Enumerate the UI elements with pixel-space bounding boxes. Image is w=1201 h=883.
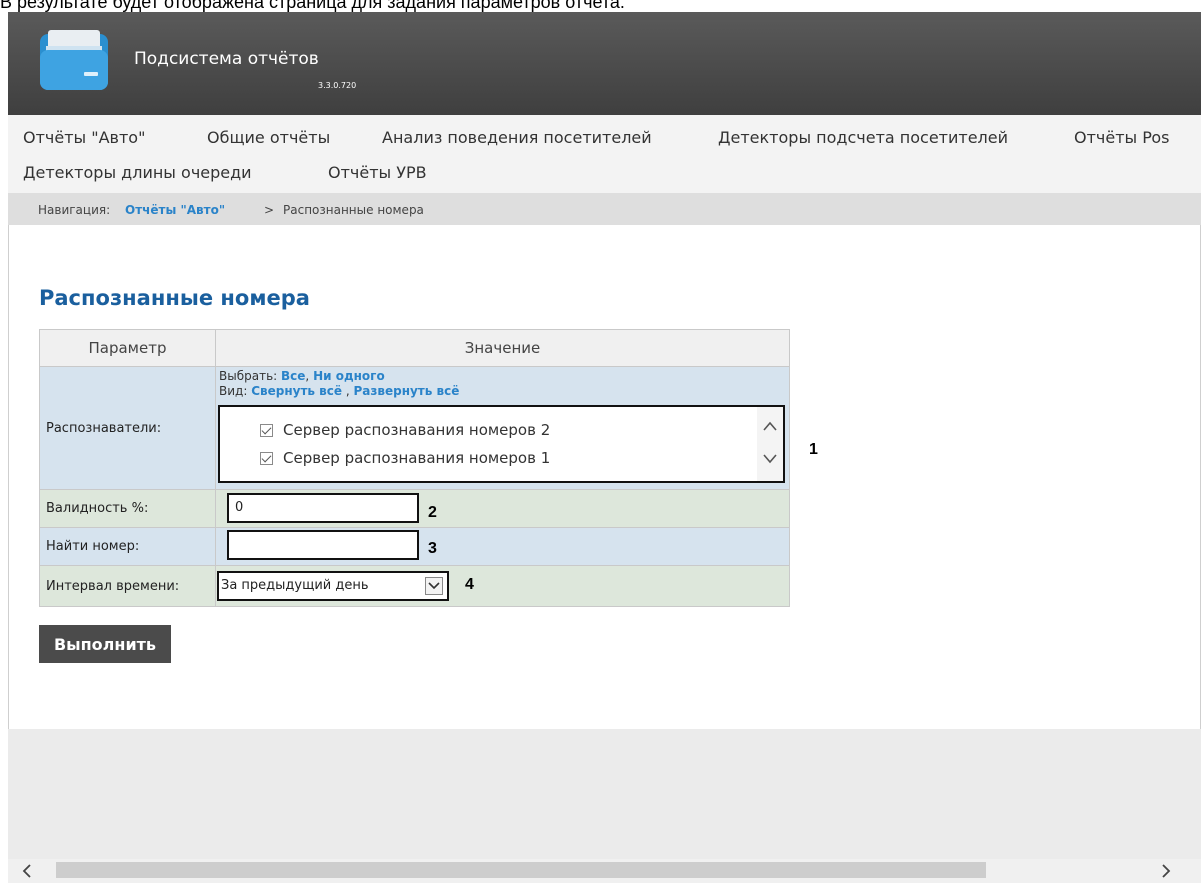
page-footer	[8, 729, 1201, 859]
callout-2: 2	[428, 504, 437, 521]
nav-item-general-reports[interactable]: Общие отчёты	[207, 128, 330, 147]
recognizers-listbox[interactable]: Сервер распознавания номеров 2 Сервер ра…	[218, 405, 785, 483]
breadcrumb-prefix: Навигация:	[38, 203, 111, 217]
recognizers-value: Выбрать: Все, Ни одного Вид: Свернуть вс…	[216, 367, 789, 489]
view-prefix: Вид:	[219, 384, 248, 398]
checkbox-checked-icon[interactable]	[260, 451, 273, 465]
nav-item-visitor-counters[interactable]: Детекторы подсчета посетителей	[718, 128, 1008, 147]
folder-icon	[40, 30, 108, 90]
recognizers-label: Распознаватели:	[40, 367, 215, 489]
param-column-header: Параметр	[40, 330, 215, 367]
collapse-all-link[interactable]: Свернуть всё	[251, 384, 342, 398]
breadcrumb-separator: >	[264, 203, 275, 217]
params-table: Параметр Значение Распознаватели: Выбрат…	[39, 329, 790, 607]
interval-label: Интервал времени:	[40, 566, 215, 606]
run-button[interactable]: Выполнить	[39, 625, 171, 663]
checkbox-checked-icon[interactable]	[260, 423, 273, 437]
listbox-scrollbar[interactable]	[757, 407, 783, 481]
select-prefix: Выбрать:	[219, 369, 278, 383]
app-header: Подсистема отчётов 3.3.0.720	[8, 12, 1201, 115]
view-controls: Вид: Свернуть всё , Развернуть всё	[219, 384, 459, 398]
breadcrumb: Навигация: Отчёты "Авто" > Распознанные …	[8, 193, 1201, 225]
find-number-input[interactable]	[227, 530, 419, 560]
validity-value: 0	[216, 490, 789, 527]
chevron-down-icon[interactable]	[425, 577, 443, 595]
callout-3: 3	[428, 540, 437, 557]
select-comma: ,	[305, 369, 310, 383]
nav-item-urv-reports[interactable]: Отчёты УРВ	[328, 163, 427, 182]
find-number-label: Найти номер:	[40, 528, 215, 565]
recognizer-item-label: Сервер распознавания номеров 2	[283, 421, 551, 439]
scroll-arrows-icon[interactable]	[757, 407, 783, 481]
select-none-link[interactable]: Ни одного	[313, 369, 385, 383]
interval-selected-value: За предыдущий день	[221, 578, 369, 593]
select-controls: Выбрать: Все, Ни одного	[219, 369, 385, 383]
value-column-header: Значение	[216, 330, 789, 367]
recognizer-item-label: Сервер распознавания номеров 1	[283, 449, 551, 467]
recognizer-item[interactable]: Сервер распознавания номеров 1	[260, 449, 550, 467]
validity-input[interactable]: 0	[227, 493, 419, 523]
app-version: 3.3.0.720	[318, 81, 357, 90]
nav-item-visitor-behavior[interactable]: Анализ поведения посетителей	[382, 128, 652, 147]
main-nav: Отчёты "Авто" Общие отчёты Анализ поведе…	[8, 115, 1201, 194]
scrollbar-thumb[interactable]	[56, 862, 986, 878]
callout-4: 4	[465, 576, 474, 593]
breadcrumb-link-auto-reports[interactable]: Отчёты "Авто"	[125, 203, 225, 217]
report-app: Подсистема отчётов 3.3.0.720 Отчёты "Авт…	[8, 12, 1201, 883]
horizontal-scrollbar[interactable]	[8, 859, 1201, 883]
select-all-link[interactable]: Все	[281, 369, 305, 383]
expand-all-link[interactable]: Развернуть всё	[354, 384, 460, 398]
view-comma: ,	[345, 384, 350, 398]
validity-label: Валидность %:	[40, 490, 215, 527]
find-number-value	[216, 528, 789, 565]
interval-value: За предыдущий день	[216, 566, 789, 606]
nav-item-auto-reports[interactable]: Отчёты "Авто"	[23, 128, 145, 147]
page-title: Распознанные номера	[39, 286, 310, 310]
nav-item-pos-reports[interactable]: Отчёты Pos	[1074, 128, 1169, 147]
app-title: Подсистема отчётов	[134, 49, 319, 69]
interval-select[interactable]: За предыдущий день	[217, 571, 449, 601]
chevron-right-icon[interactable]	[1161, 864, 1171, 878]
nav-item-queue-detectors[interactable]: Детекторы длины очереди	[23, 163, 252, 182]
chevron-left-icon[interactable]	[22, 864, 32, 878]
main-content: Распознанные номера Параметр Значение Ра…	[8, 225, 1201, 730]
breadcrumb-current: Распознанные номера	[283, 203, 424, 217]
callout-1: 1	[809, 441, 818, 458]
recognizer-item[interactable]: Сервер распознавания номеров 2	[260, 421, 550, 439]
